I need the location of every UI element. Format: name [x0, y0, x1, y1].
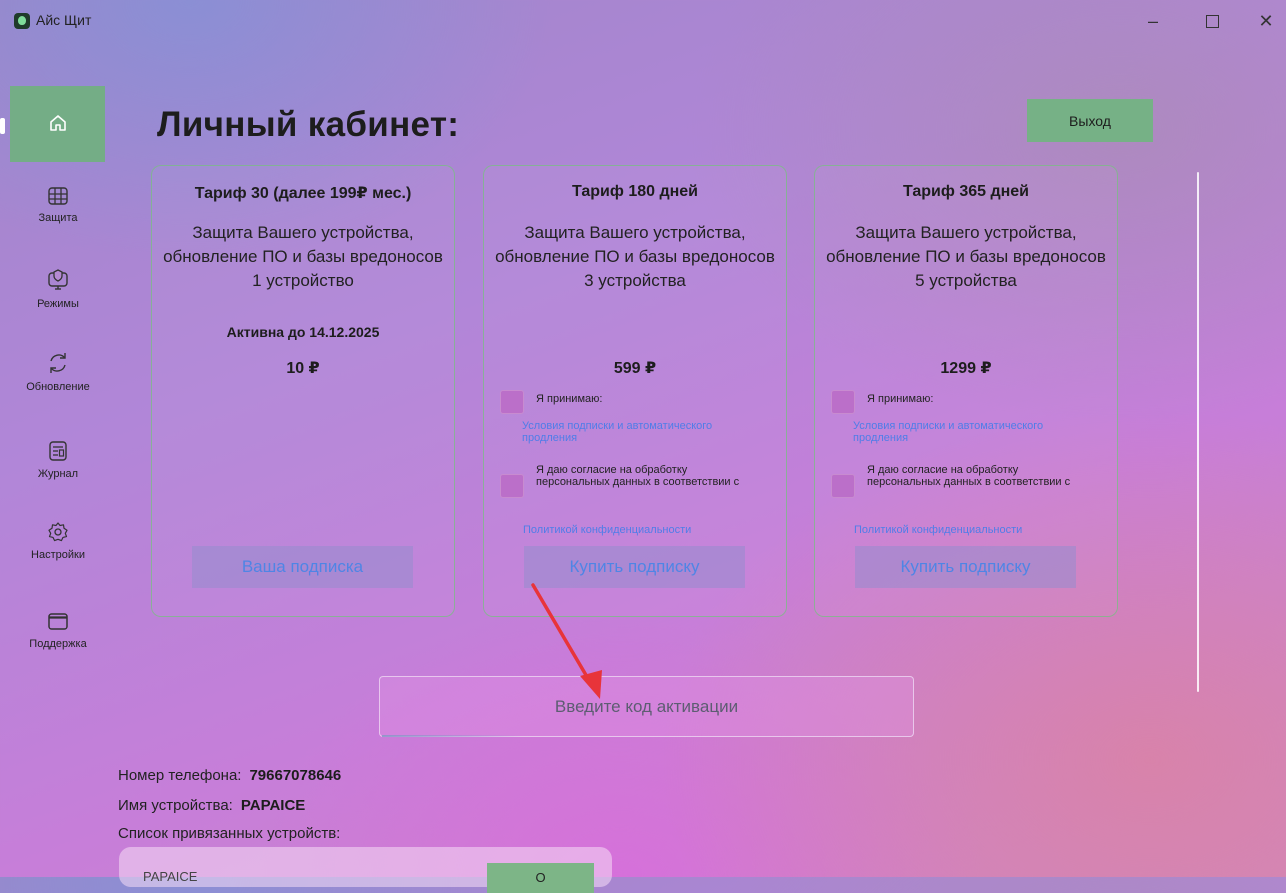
terms-link[interactable]: Условия подписки и автоматического продл… [522, 420, 742, 444]
device-info: Имя устройства: PAPAICE [118, 797, 305, 814]
subscription-active-until: Активна до 14.12.2025 [226, 324, 380, 340]
consent-checkbox[interactable] [500, 474, 524, 498]
device-label: Имя устройства: [118, 797, 233, 814]
annotation-arrow-icon [531, 583, 602, 699]
close-button[interactable]: ✕ [1246, 7, 1286, 35]
terms-link[interactable]: Условия подписки и автоматического продл… [853, 420, 1073, 444]
tariff-card-180: Тариф 180 дней Защита Вашего устройства,… [483, 165, 787, 617]
accept-terms-label: Я принимаю: [867, 393, 934, 405]
your-subscription-button[interactable]: Ваша подписка [192, 546, 413, 588]
tariff-card-365: Тариф 365 дней Защита Вашего устройства,… [814, 165, 1118, 617]
accept-terms-row: Я принимаю: [500, 390, 766, 414]
sidebar-item-label: Журнал [37, 468, 79, 480]
maximize-button[interactable] [1192, 7, 1232, 35]
consent-label: Я даю согласие на обработку персональных… [867, 464, 1071, 488]
app-title: Айс Щит [36, 12, 92, 28]
sidebar-item-protection[interactable]: Защита [0, 186, 116, 224]
consent-checkbox[interactable] [831, 474, 855, 498]
accept-terms-label: Я принимаю: [536, 393, 603, 405]
privacy-policy-link[interactable]: Политикой конфиденциальности [523, 524, 773, 536]
sidebar-item-label: Защита [38, 212, 78, 224]
sidebar-item-label: Режимы [37, 298, 79, 310]
tariff-title: Тариф 365 дней [902, 183, 1030, 200]
grid-icon [48, 187, 68, 205]
maximize-icon [1205, 15, 1219, 28]
monitor-shield-icon [48, 269, 68, 290]
consent-label: Я даю согласие на обработку персональных… [536, 464, 740, 488]
accept-terms-checkbox[interactable] [500, 390, 524, 414]
tariff-price: 1299 ₽ [940, 360, 992, 377]
title-bar: Айс Щит – ✕ [0, 0, 1286, 40]
devices-list-label: Список привязанных устройств: [118, 825, 341, 842]
tariff-price: 10 ₽ [286, 360, 320, 377]
sidebar-item-label: Поддержка [29, 638, 87, 650]
minimize-button[interactable]: – [1133, 7, 1173, 35]
device-action-button[interactable]: О [487, 863, 594, 893]
refresh-icon [50, 353, 66, 373]
device-list-item: PAPAICE О [119, 847, 612, 893]
tariff-card-30: Тариф 30 (далее 199₽ мес.) Защита Вашего… [151, 165, 455, 617]
tariff-title: Тариф 180 дней [571, 183, 699, 200]
active-indicator [0, 118, 5, 134]
tariff-price: 599 ₽ [613, 360, 657, 377]
scrollbar[interactable] [1197, 172, 1199, 692]
tariff-title: Тариф 30 (далее 199₽ мес.) [194, 185, 412, 202]
sidebar-item-update[interactable]: Обновление [0, 351, 116, 393]
sidebar-item-support[interactable]: Поддержка [0, 612, 116, 650]
sidebar-item-label: Обновление [26, 381, 90, 393]
sidebar-item-modes[interactable]: Режимы [0, 268, 116, 310]
tariff-description: Защита Вашего устройства, обновление ПО … [163, 223, 443, 290]
tariff-description: Защита Вашего устройства, обновление ПО … [495, 223, 775, 290]
sidebar-item-settings[interactable]: Настройки [0, 521, 116, 561]
phone-info: Номер телефона: 79667078646 [118, 767, 341, 784]
logout-button[interactable]: Выход [1027, 99, 1153, 142]
device-value: PAPAICE [240, 797, 306, 814]
page-title: Личный кабинет: [157, 105, 460, 144]
activation-code-input[interactable]: Введите код активации [379, 676, 914, 737]
buy-subscription-button[interactable]: Купить подписку [855, 546, 1076, 588]
gear-icon [48, 522, 68, 542]
sidebar-item-label: Настройки [31, 549, 85, 561]
consent-row: Я даю согласие на обработку персональных… [500, 464, 756, 498]
phone-value: 79667078646 [249, 767, 342, 784]
app-logo-icon [14, 13, 30, 29]
accept-terms-row: Я принимаю: [831, 390, 1097, 414]
phone-label: Номер телефона: [118, 767, 242, 784]
home-icon [50, 115, 66, 131]
accept-terms-checkbox[interactable] [831, 390, 855, 414]
journal-icon [49, 441, 67, 461]
window-icon [48, 613, 68, 630]
tariff-description: Защита Вашего устройства, обновление ПО … [826, 223, 1106, 290]
privacy-policy-link[interactable]: Политикой конфиденциальности [854, 524, 1104, 536]
sidebar-item-journal[interactable]: Журнал [0, 440, 116, 480]
consent-row: Я даю согласие на обработку персональных… [831, 464, 1087, 498]
